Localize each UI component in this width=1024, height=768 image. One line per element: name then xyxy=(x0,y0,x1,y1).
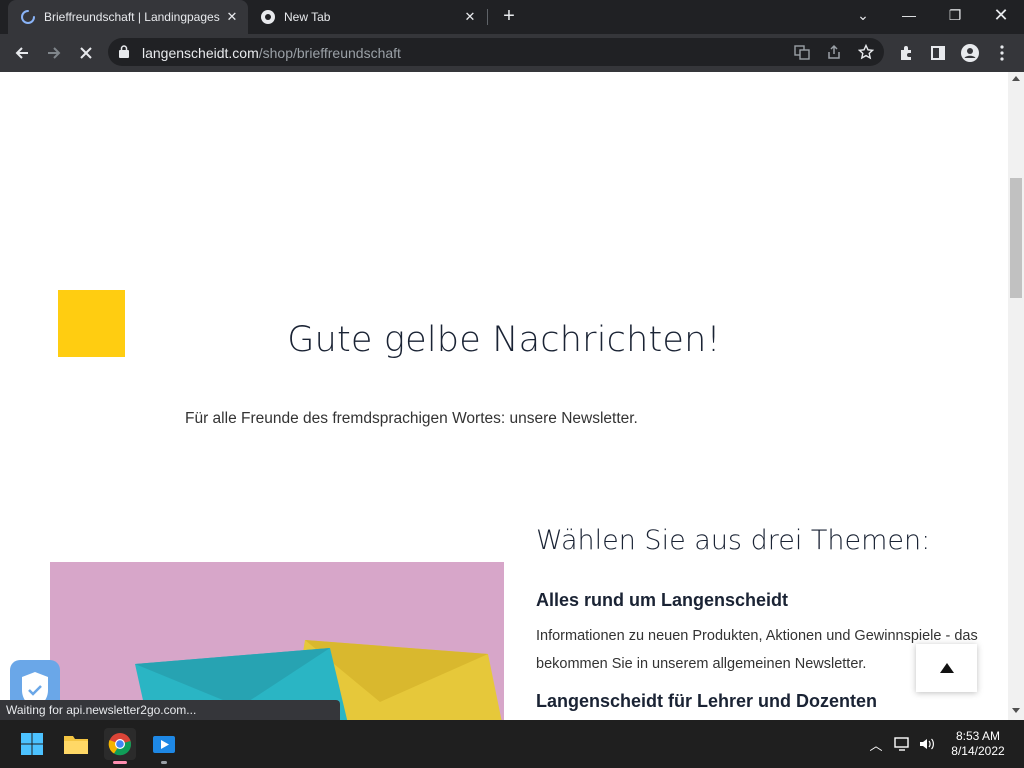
loading-spinner-icon xyxy=(21,10,35,24)
active-app-indicator xyxy=(113,761,127,764)
tab-close-icon[interactable]: ✕ xyxy=(224,9,240,25)
tab-title: Brieffreundschaft | Landingpages xyxy=(44,10,220,24)
theme-heading: Langenscheidt für Lehrer und Dozenten xyxy=(536,691,878,711)
status-bubble: Waiting for api.newsletter2go.com... xyxy=(0,700,340,720)
extensions-button[interactable] xyxy=(892,39,920,67)
chrome-icon xyxy=(261,10,275,24)
windows-taskbar: ︿ 8:53 AM 8/14/2022 xyxy=(0,720,1024,768)
tab-search-chevron-icon[interactable]: ⌄ xyxy=(840,0,886,30)
url-path: /shop/brieffreundschaft xyxy=(258,45,401,61)
page-headline: Gute gelbe Nachrichten! xyxy=(287,320,721,360)
lock-icon xyxy=(119,45,129,58)
network-icon[interactable] xyxy=(894,736,912,752)
profile-button[interactable] xyxy=(956,39,984,67)
forward-button[interactable] xyxy=(40,39,68,67)
profile-avatar-icon xyxy=(961,44,979,62)
back-to-top-button[interactable] xyxy=(916,644,977,692)
translate-icon[interactable] xyxy=(794,44,810,60)
themes-title: Wählen Sie aus drei Themen: xyxy=(536,525,931,556)
address-bar[interactable]: langenscheidt.com/shop/brieffreundschaft xyxy=(108,38,884,66)
envelopes-illustration xyxy=(135,640,502,720)
page-scrollbar[interactable] xyxy=(1008,72,1024,720)
file-explorer-button[interactable] xyxy=(60,728,92,760)
back-button[interactable] xyxy=(8,39,36,67)
clock-time: 8:53 AM xyxy=(955,729,1001,743)
tab-new-tab[interactable]: New Tab ✕ xyxy=(250,0,486,34)
theme-heading: Alles rund um Langenscheidt xyxy=(536,590,789,610)
chrome-taskbar-button[interactable] xyxy=(104,728,136,764)
windows-logo-icon xyxy=(21,733,43,755)
forward-arrow-icon xyxy=(48,47,61,59)
media-player-button[interactable] xyxy=(148,728,180,764)
volume-icon[interactable] xyxy=(918,736,936,752)
clock-date: 8/14/2022 xyxy=(951,744,1005,758)
running-app-indicator xyxy=(161,761,167,764)
kebab-menu-icon xyxy=(1000,45,1004,61)
side-panel-button[interactable] xyxy=(924,39,952,67)
restore-button[interactable]: ❐ xyxy=(932,0,978,30)
tab-close-icon[interactable]: ✕ xyxy=(462,9,478,25)
taskbar-clock[interactable]: 8:53 AM 8/14/2022 xyxy=(940,729,1016,759)
page-viewport: Gute gelbe Nachrichten! Für alle Freunde… xyxy=(0,72,1008,720)
share-icon[interactable] xyxy=(826,44,842,60)
scroll-down-arrow-icon[interactable] xyxy=(1012,708,1020,713)
tab-separator xyxy=(487,9,488,25)
up-arrow-icon xyxy=(939,663,954,673)
tab-title: New Tab xyxy=(284,10,331,24)
folder-icon xyxy=(64,736,88,754)
puzzle-icon xyxy=(901,46,911,60)
menu-button[interactable] xyxy=(988,39,1016,67)
envelopes-image xyxy=(50,562,504,720)
page-subline: Für alle Freunde des fremdsprachigen Wor… xyxy=(185,410,638,427)
start-button[interactable] xyxy=(16,728,48,760)
scrollbar-thumb[interactable] xyxy=(1010,178,1022,298)
stop-loading-button[interactable] xyxy=(72,39,100,67)
tab-strip: Brieffreundschaft | Landingpages ✕ New T… xyxy=(0,0,1024,34)
minimize-button[interactable]: — xyxy=(886,0,932,30)
side-panel-icon xyxy=(931,46,945,60)
system-tray: ︿ xyxy=(868,720,936,768)
tab-brieffreundschaft[interactable]: Brieffreundschaft | Landingpages ✕ xyxy=(8,0,248,34)
bookmark-star-icon[interactable] xyxy=(858,44,874,60)
chrome-icon xyxy=(108,733,132,756)
back-arrow-icon xyxy=(15,47,28,59)
close-window-button[interactable]: ✕ xyxy=(978,0,1024,30)
show-hidden-icons-chevron-icon[interactable]: ︿ xyxy=(868,735,884,754)
url-text: langenscheidt.com/shop/brieffreundschaft xyxy=(142,45,401,61)
url-domain: langenscheidt.com xyxy=(142,45,259,61)
media-player-icon xyxy=(153,736,175,753)
scroll-up-arrow-icon[interactable] xyxy=(1012,76,1020,81)
stop-icon xyxy=(80,47,92,59)
new-tab-button[interactable]: + xyxy=(498,6,520,28)
